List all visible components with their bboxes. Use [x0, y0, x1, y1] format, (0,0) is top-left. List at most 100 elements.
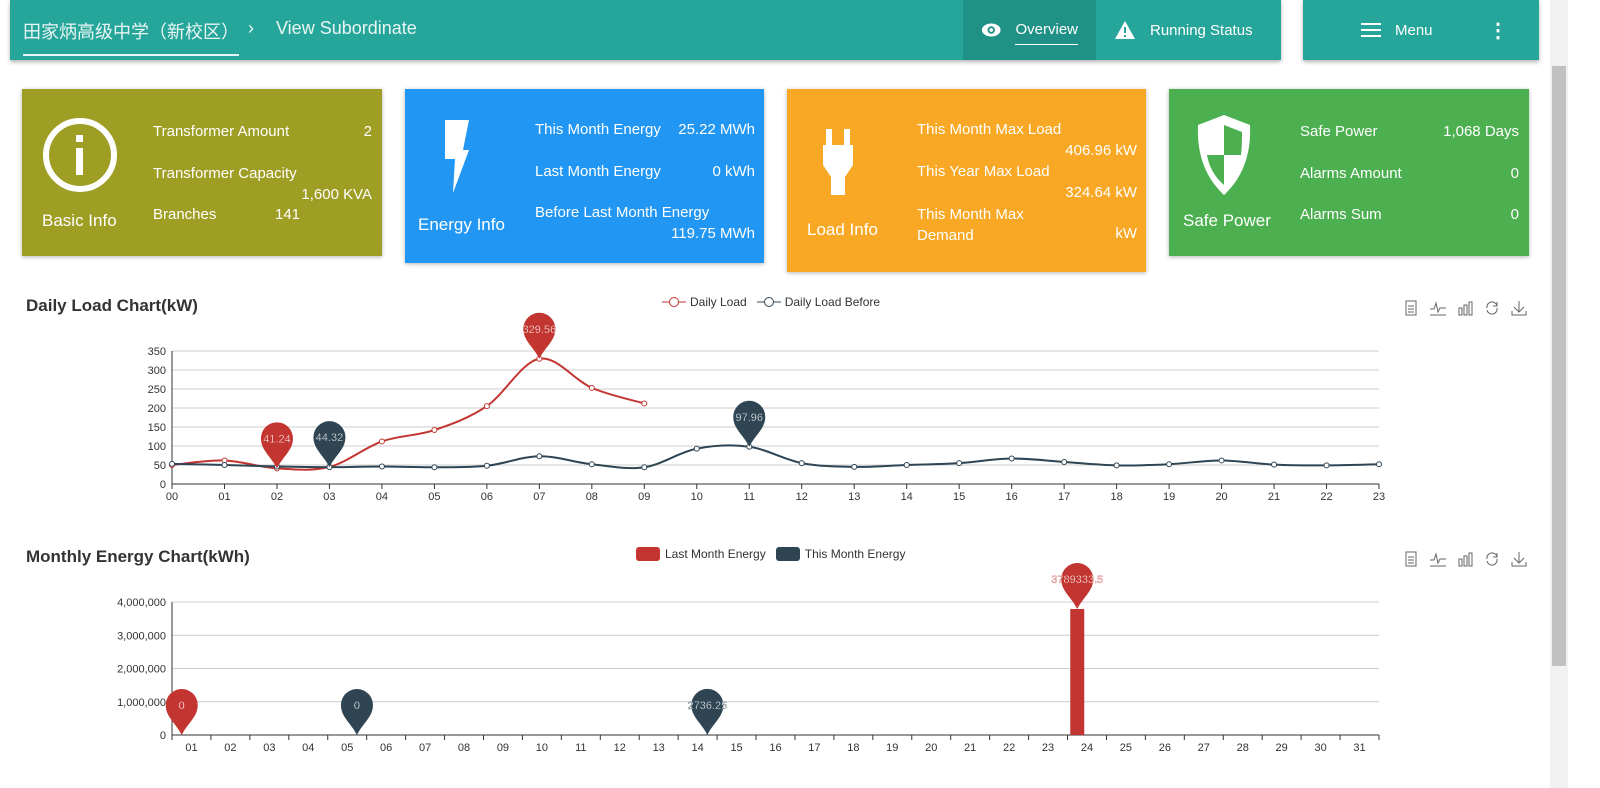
- x-tick-label: 09: [497, 742, 509, 754]
- x-tick-label: 16: [769, 742, 781, 754]
- y-tick-label: 200: [148, 403, 166, 415]
- x-tick-label: 29: [1276, 742, 1288, 754]
- x-tick-label: 28: [1237, 742, 1249, 754]
- x-tick-label: 17: [808, 742, 820, 754]
- data-point: [221, 462, 228, 468]
- x-tick-label: 23: [1042, 742, 1054, 754]
- y-tick-label: 50: [154, 460, 166, 472]
- restore-icon[interactable]: [1484, 551, 1501, 568]
- marker-shape: [340, 689, 373, 735]
- data-point: [1376, 461, 1382, 468]
- marker-label: 0: [179, 700, 185, 712]
- x-tick-label: 09: [638, 491, 650, 503]
- data-point: [1323, 462, 1330, 469]
- monthly-toolbox: [1403, 551, 1528, 568]
- data-point: [431, 464, 438, 471]
- x-tick-label: 11: [744, 491, 755, 503]
- data-point: [693, 445, 700, 452]
- marker-label: 97.96: [735, 412, 763, 424]
- x-tick-label: 24: [1081, 742, 1093, 754]
- scrollbar[interactable]: [1550, 0, 1568, 788]
- marker-pin: 44.32: [313, 421, 346, 468]
- y-tick-label: 4,000,000: [117, 597, 166, 609]
- y-tick-label: 1,000,000: [117, 697, 166, 709]
- marker-pin: 2736.25: [687, 688, 727, 735]
- data-point: [956, 460, 963, 467]
- data-point: [588, 461, 595, 468]
- line-chart-icon[interactable]: [1430, 551, 1447, 568]
- y-tick-label: 300: [148, 365, 166, 377]
- x-tick-label: 23: [1373, 491, 1385, 503]
- x-tick-label: 01: [185, 742, 197, 754]
- data-point: [588, 384, 595, 391]
- y-tick-label: 0: [160, 479, 166, 491]
- marker-label: 2736.25: [687, 700, 727, 712]
- x-tick-label: 21: [1268, 491, 1280, 503]
- data-point: [431, 427, 438, 434]
- x-tick-label: 14: [692, 742, 704, 754]
- x-tick-label: 15: [730, 742, 742, 754]
- x-tick-label: 05: [428, 491, 440, 503]
- x-tick-label: 05: [341, 742, 353, 754]
- bar: [1070, 609, 1085, 735]
- legend-last-month-energy[interactable]: Last Month Energy: [636, 547, 766, 561]
- data-point: [1271, 461, 1278, 468]
- marker-pin: 41.24: [260, 422, 293, 469]
- x-tick-label: 06: [380, 742, 392, 754]
- data-point: [1061, 458, 1068, 465]
- x-tick-label: 17: [1058, 491, 1070, 503]
- marker-label: 41.24: [263, 433, 291, 445]
- x-tick-label: 31: [1353, 742, 1365, 754]
- x-tick-label: 12: [796, 491, 808, 503]
- legend-this-month-energy[interactable]: This Month Energy: [775, 547, 905, 561]
- data-point: [903, 462, 910, 468]
- bar-chart-icon[interactable]: [1457, 551, 1474, 568]
- marker-pin: 0: [165, 689, 198, 735]
- data-point: [169, 460, 175, 467]
- x-tick-label: 08: [586, 491, 598, 503]
- x-tick-label: 26: [1159, 742, 1171, 754]
- y-tick-label: 3,000,000: [117, 630, 166, 642]
- x-tick-label: 16: [1006, 491, 1018, 503]
- x-tick-label: 10: [691, 491, 703, 503]
- y-tick-label: 250: [148, 384, 166, 396]
- x-tick-label: 30: [1314, 742, 1326, 754]
- data-view-icon[interactable]: [1403, 551, 1420, 568]
- data-point: [641, 400, 648, 407]
- data-point: [1008, 455, 1015, 462]
- x-tick-label: 11: [575, 742, 586, 754]
- data-point: [536, 453, 543, 460]
- y-tick-label: 2,000,000: [117, 664, 166, 676]
- x-tick-label: 01: [218, 491, 230, 503]
- x-tick-label: 22: [1320, 491, 1332, 503]
- marker-label: 0: [354, 700, 360, 712]
- x-tick-label: 20: [925, 742, 937, 754]
- y-tick-label: 0: [160, 730, 166, 742]
- monthly-energy-chart-title: Monthly Energy Chart(kWh): [26, 547, 250, 566]
- x-tick-label: 22: [1003, 742, 1015, 754]
- data-point: [1218, 457, 1225, 464]
- data-point: [798, 460, 805, 467]
- data-point: [483, 462, 490, 469]
- y-tick-label: 100: [148, 441, 166, 453]
- x-tick-label: 04: [302, 742, 314, 754]
- download-icon[interactable]: [1511, 551, 1528, 568]
- x-tick-label: 07: [533, 491, 545, 503]
- x-tick-label: 14: [901, 491, 913, 503]
- marker-pin: 329.56: [522, 312, 556, 359]
- marker-pin: 0: [340, 689, 373, 735]
- data-point: [641, 464, 648, 471]
- data-point: [1166, 461, 1173, 468]
- data-point: [1113, 462, 1120, 469]
- x-tick-label: 18: [847, 742, 859, 754]
- x-tick-label: 20: [1215, 491, 1227, 503]
- x-tick-label: 02: [271, 491, 283, 503]
- x-tick-label: 04: [376, 491, 388, 503]
- scrollbar-thumb[interactable]: [1552, 66, 1566, 666]
- x-tick-label: 21: [964, 742, 976, 754]
- x-tick-label: 25: [1120, 742, 1132, 754]
- marker-pin: 97.96: [733, 400, 766, 447]
- x-tick-label: 02: [224, 742, 236, 754]
- x-tick-label: 08: [458, 742, 470, 754]
- x-tick-label: 03: [323, 491, 335, 503]
